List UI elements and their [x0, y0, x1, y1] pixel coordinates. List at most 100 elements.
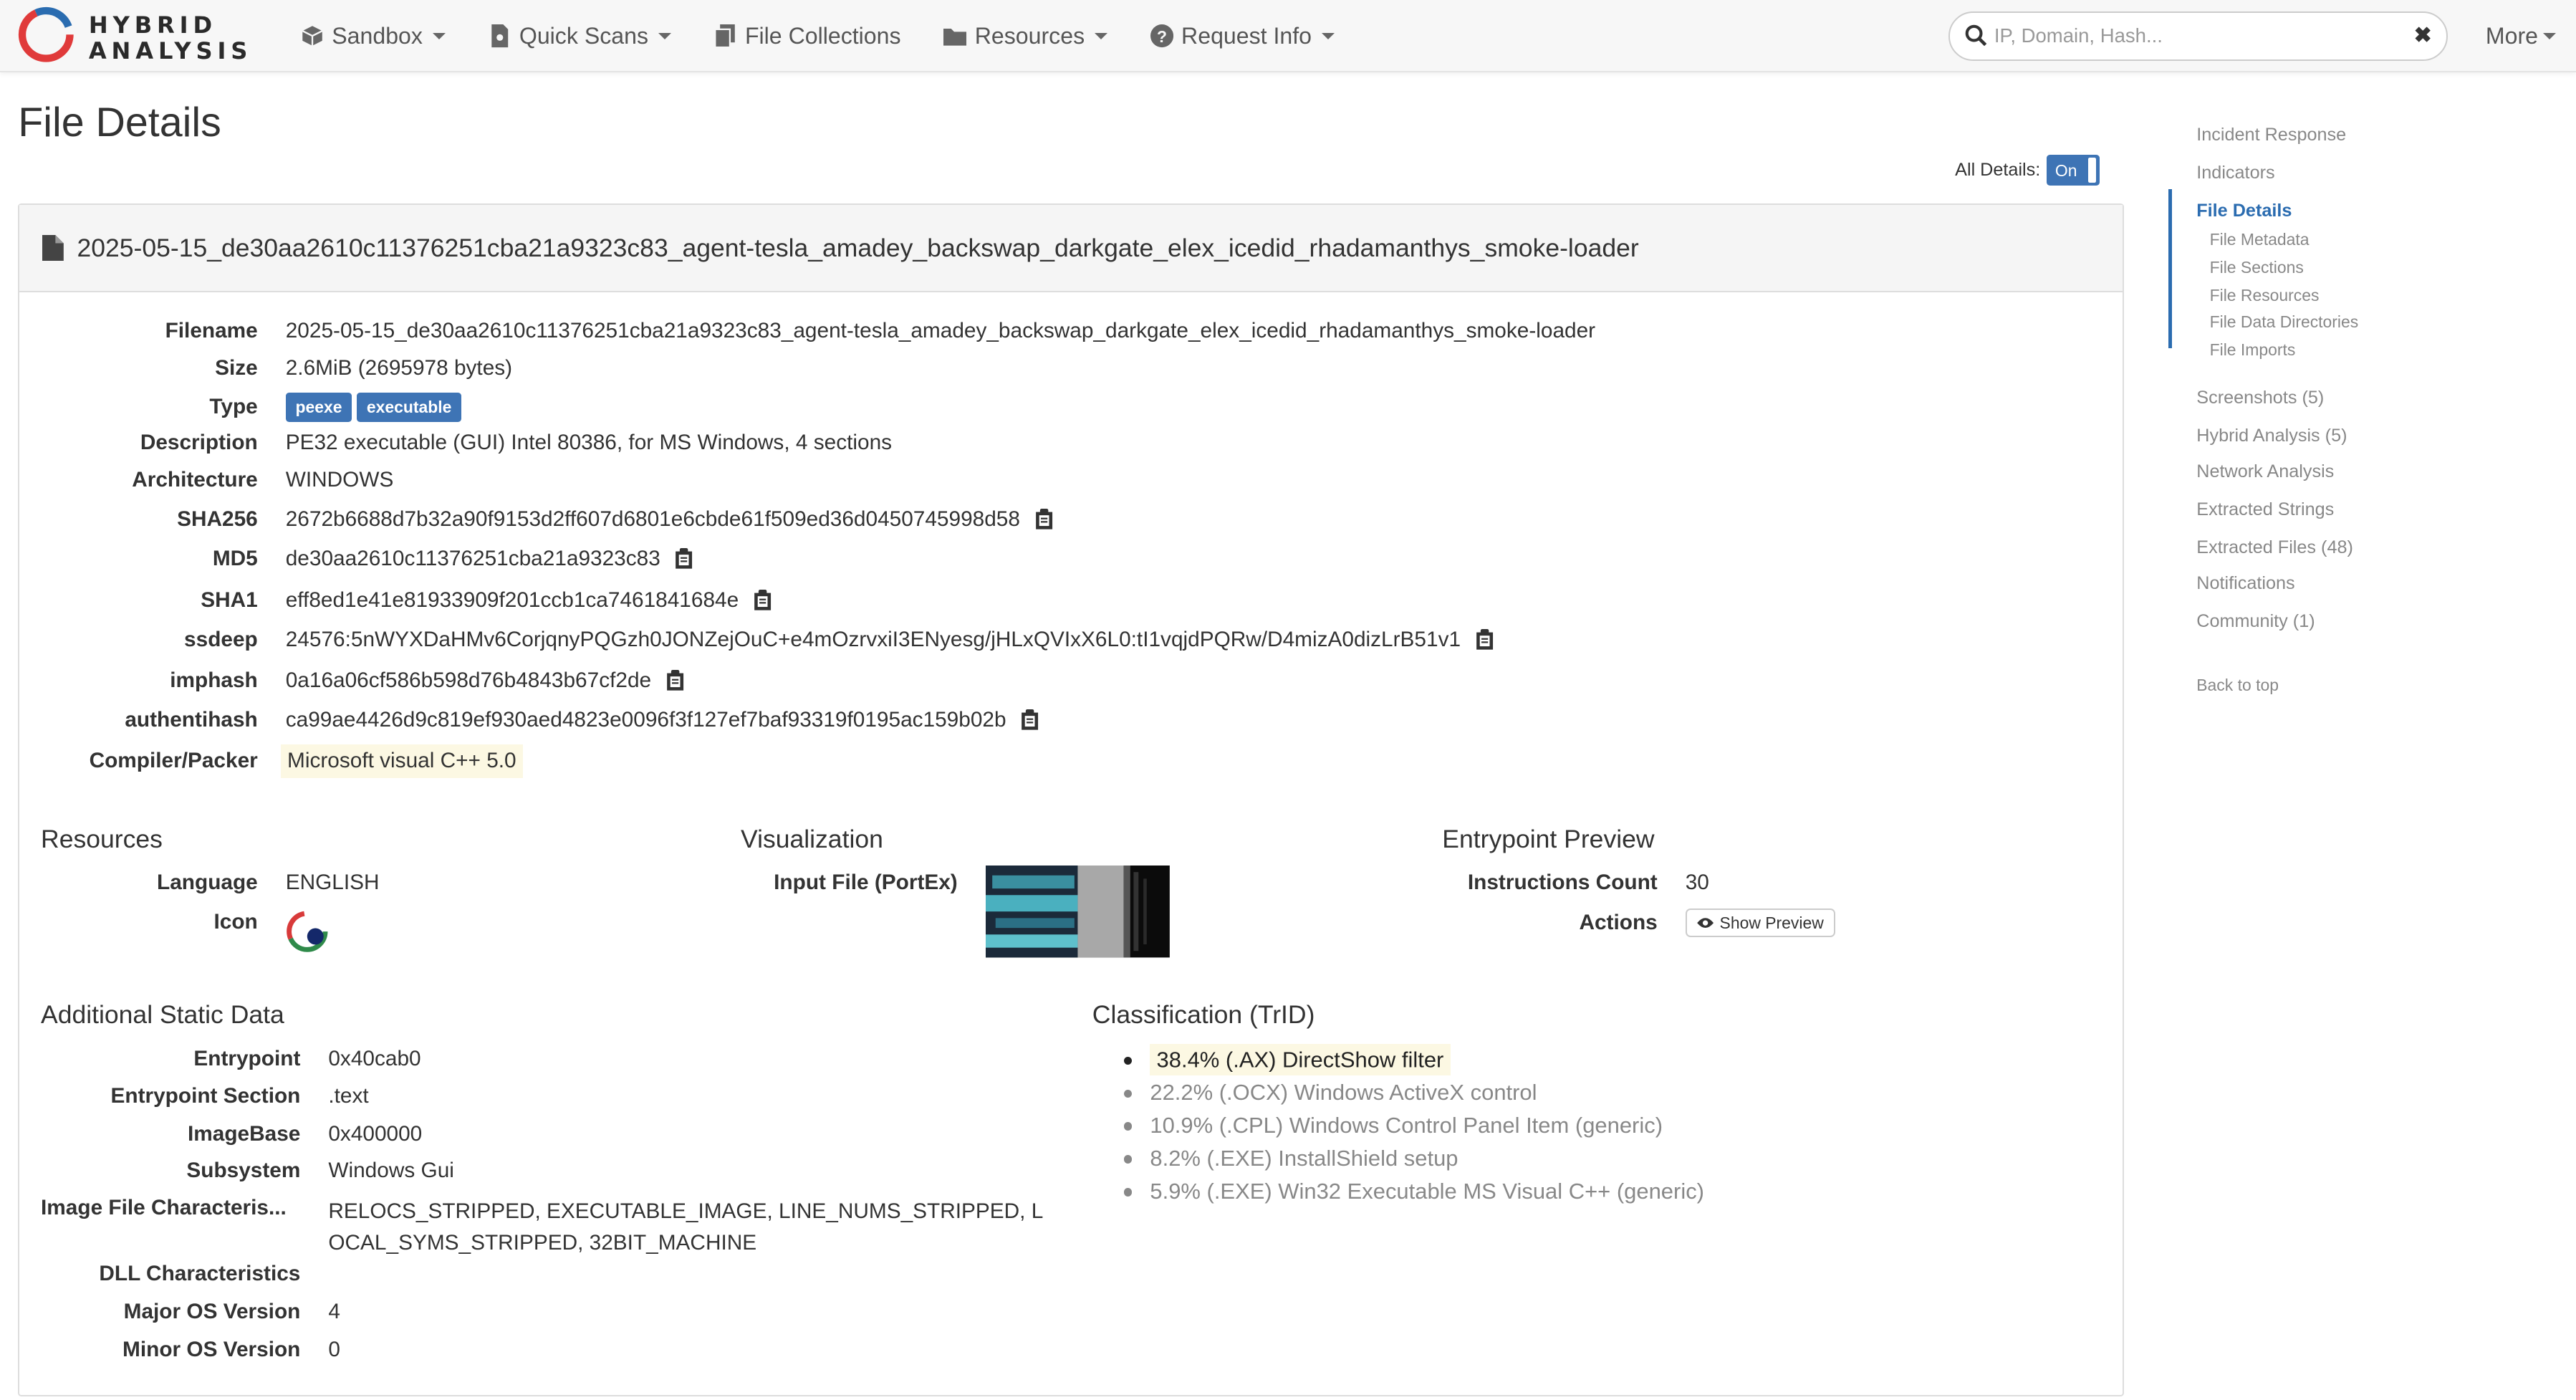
row-entrypoint: Entrypoint 0x40cab0: [193, 1046, 421, 1070]
show-preview-button[interactable]: Show Preview: [1685, 908, 1835, 938]
entrypoint-section-value: .text: [328, 1084, 369, 1108]
sha256-value: 2672b6688d7b32a90f9153d2ff607d6801e6cbde…: [285, 507, 1020, 532]
sidenav-incident-response[interactable]: Incident Response: [2196, 125, 2346, 145]
sidenav-community[interactable]: Community (1): [2196, 611, 2315, 632]
instructions-count-value: 30: [1685, 871, 1709, 895]
question-circle-icon: ?: [1150, 24, 1173, 48]
row-minor-os-version: Minor OS Version 0: [122, 1337, 340, 1361]
sidenav-extracted-strings[interactable]: Extracted Strings: [2196, 499, 2334, 520]
portex-visualization-image[interactable]: [985, 866, 1170, 958]
nav-sandbox-label: Sandbox: [332, 22, 423, 49]
row-image-file-characteristics: Image File Characteris... RELOCS_STRIPPE…: [41, 1196, 1043, 1258]
copy-icon[interactable]: [1035, 509, 1053, 530]
row-actions: Actions Show Preview: [1442, 908, 1835, 938]
authentihash-link[interactable]: ca99ae4426d9c819ef930aed4823e0096f3f127e…: [286, 708, 1006, 732]
chevron-down-icon: [658, 32, 671, 39]
sidenav-screenshots[interactable]: Screenshots (5): [2196, 388, 2324, 408]
row-filename: Filename 2025-05-15_de30aa2610c11376251c…: [165, 318, 1596, 342]
copy-icon[interactable]: [754, 589, 772, 611]
nav-resources-label: Resources: [974, 22, 1085, 49]
major-os-version-value: 4: [328, 1299, 340, 1323]
row-input-file: Input File (PortEx): [774, 871, 958, 895]
clear-search-icon[interactable]: ✖: [2414, 23, 2432, 48]
row-authentihash: authentihash ca99ae4426d9c819ef930aed482…: [19, 708, 1039, 732]
imphash-link[interactable]: 0a16a06cf586b598d76b4843b67cf2de: [286, 668, 651, 693]
row-sha256: SHA256 2672b6688d7b32a90f9153d2ff607d680…: [19, 507, 1053, 532]
copy-icon[interactable]: [675, 548, 693, 570]
file-details-panel: 2025-05-15_de30aa2610c11376251cba21a9323…: [18, 203, 2125, 1397]
list-item: 22.2% (.OCX) Windows ActiveX control: [1122, 1078, 1704, 1111]
list-item: 10.9% (.CPL) Windows Control Panel Item …: [1122, 1111, 1704, 1144]
chevron-down-icon: [1094, 32, 1107, 39]
row-size: Size 2.6MiB (2695978 bytes): [215, 356, 513, 380]
logo-ring-icon: [18, 6, 74, 62]
copy-icon[interactable]: [1476, 628, 1494, 651]
sidenav-hybrid-analysis[interactable]: Hybrid Analysis (5): [2196, 426, 2347, 446]
row-architecture: Architecture WINDOWS: [132, 468, 394, 492]
type-badge-executable: executable: [357, 392, 462, 422]
filename-value: 2025-05-15_de30aa2610c11376251cba21a9323…: [285, 318, 1596, 342]
sidenav-file-details[interactable]: File Details: [2196, 201, 2292, 221]
sidenav-back-to-top[interactable]: Back to top: [2196, 676, 2279, 695]
classification-title: Classification (TrID): [1092, 1000, 1315, 1030]
sidenav-file-imports[interactable]: File Imports: [2210, 340, 2296, 360]
compiler-value: Microsoft visual C++ 5.0: [280, 744, 523, 779]
chevron-down-icon: [2542, 33, 2556, 39]
nav-sandbox[interactable]: Sandbox: [301, 23, 446, 49]
resources-title: Resources: [41, 824, 163, 853]
row-compiler: Compiler/Packer Microsoft visual C++ 5.0: [19, 744, 523, 779]
visualization-title: Visualization: [741, 824, 883, 853]
brand-line2: ANALYSIS: [88, 37, 253, 65]
panel-header: 2025-05-15_de30aa2610c11376251cba21a9323…: [19, 205, 2123, 292]
sidenav-file-metadata[interactable]: File Metadata: [2210, 230, 2310, 249]
file-resource-icon: [286, 911, 328, 952]
row-icon: Icon: [19, 908, 332, 954]
sidenav-file-data-directories[interactable]: File Data Directories: [2210, 312, 2359, 332]
sidenav-extracted-files[interactable]: Extracted Files (48): [2196, 537, 2353, 558]
additional-static-data-title: Additional Static Data: [41, 1000, 284, 1030]
nav-request-info-label: Request Info: [1181, 22, 1312, 49]
nav-resources[interactable]: Resources: [943, 23, 1107, 49]
cube-icon: [301, 24, 324, 47]
search-icon: [1965, 24, 1986, 47]
sidenav-file-resources[interactable]: File Resources: [2210, 286, 2320, 305]
hybrid-analysis-logo[interactable]: HYBRID ANALYSIS: [16, 5, 263, 67]
imagebase-value: 0x400000: [328, 1122, 423, 1146]
sidenav-notifications[interactable]: Notifications: [2196, 573, 2294, 594]
type-badge-peexe: peexe: [285, 392, 352, 422]
row-subsystem: Subsystem Windows Gui: [186, 1158, 454, 1182]
nav-request-info[interactable]: ? Request Info: [1150, 23, 1335, 49]
copy-icon[interactable]: [666, 670, 684, 691]
all-details-toggle[interactable]: On: [2047, 154, 2100, 186]
ssdeep-link[interactable]: 24576:5nWYXDaHMv6CorjqnyPQGzh0JONZejOuC+…: [286, 628, 1461, 652]
search-input[interactable]: [1994, 21, 2389, 51]
list-item: 8.2% (.EXE) InstallShield setup: [1122, 1144, 1704, 1176]
nav-quick-scans-label: Quick Scans: [519, 22, 649, 49]
all-details-control: All Details: On: [1955, 154, 2100, 186]
nav-file-collections[interactable]: File Collections: [713, 23, 901, 49]
files-icon: [713, 24, 736, 48]
row-imagebase: ImageBase 0x400000: [188, 1122, 423, 1146]
file-scan-icon: [488, 24, 511, 48]
list-item: 5.9% (.EXE) Win32 Executable MS Visual C…: [1122, 1176, 1704, 1209]
sidenav-active-indicator: [2168, 188, 2172, 349]
row-dll-characteristics: DLL Characteristics: [99, 1262, 301, 1286]
language-value: ENGLISH: [285, 871, 380, 895]
row-imphash: imphash 0a16a06cf586b598d76b4843b67cf2de: [19, 668, 684, 693]
sidenav-indicators[interactable]: Indicators: [2196, 163, 2274, 183]
nav-quick-scans[interactable]: Quick Scans: [488, 23, 671, 49]
sidenav-network-analysis[interactable]: Network Analysis: [2196, 461, 2334, 482]
row-instructions-count: Instructions Count 30: [1467, 871, 1709, 895]
panel-title: 2025-05-15_de30aa2610c11376251cba21a9323…: [77, 233, 1639, 262]
copy-icon[interactable]: [1021, 709, 1039, 731]
trid-list: 38.4% (.AX) DirectShow filter 22.2% (.OC…: [1122, 1044, 1704, 1209]
entrypoint-value: 0x40cab0: [328, 1046, 421, 1070]
sidenav-file-sections[interactable]: File Sections: [2210, 258, 2304, 277]
subsystem-value: Windows Gui: [328, 1158, 454, 1182]
md5-value: de30aa2610c11376251cba21a9323c83: [285, 547, 660, 571]
more-menu[interactable]: More: [2486, 23, 2556, 49]
row-language: Language ENGLISH: [157, 871, 380, 895]
top-navbar: HYBRID ANALYSIS Sandbox Quick Scans File…: [0, 0, 2576, 72]
more-label: More: [2485, 23, 2539, 49]
row-description: Description PE32 executable (GUI) Intel …: [140, 430, 893, 454]
